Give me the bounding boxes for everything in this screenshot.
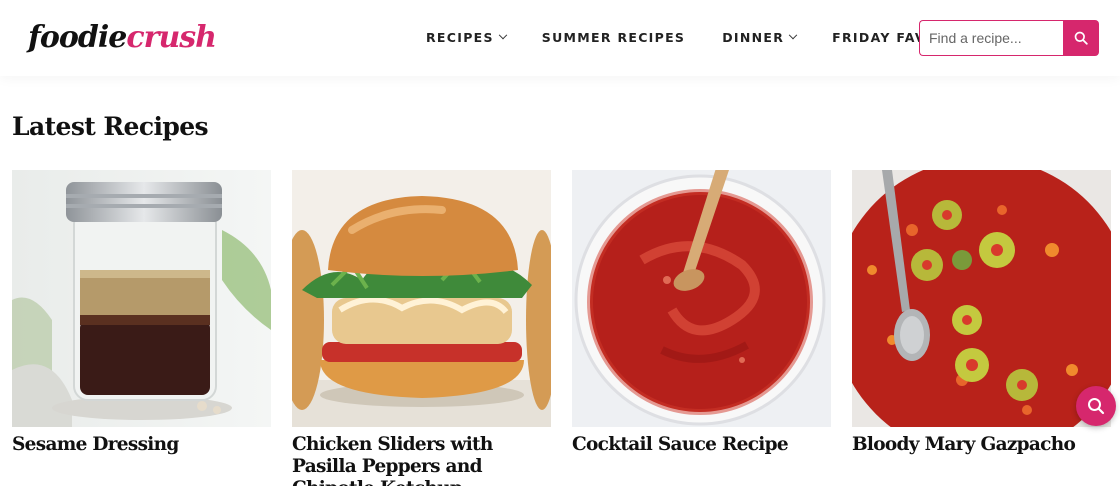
recipe-card-chicken-sliders[interactable]: Chicken Sliders with Pasilla Peppers and… [292, 170, 551, 486]
search-icon [1074, 31, 1088, 45]
recipe-card-sesame-dressing[interactable]: Sesame Dressing [12, 170, 271, 456]
nav-item-recipes[interactable]: RECIPES [426, 30, 508, 45]
chevron-down-icon [788, 30, 798, 39]
search-icon [1088, 398, 1105, 415]
nav-item-dinner[interactable]: DINNER [722, 30, 798, 45]
recipe-title[interactable]: Bloody Mary Gazpacho [852, 434, 1111, 456]
search-input[interactable] [919, 20, 1063, 56]
nav-label-recipes: RECIPES [426, 30, 494, 45]
search-form [919, 20, 1099, 56]
site-header: foodiecrush RECIPES SUMMER RECIPES DINNE… [0, 0, 1120, 76]
recipe-image[interactable] [852, 170, 1111, 427]
main-nav: RECIPES SUMMER RECIPES DINNER FRIDAY FAV… [426, 30, 946, 45]
recipe-image[interactable] [12, 170, 271, 427]
site-logo[interactable]: foodiecrush [28, 18, 217, 58]
nav-label-dinner: DINNER [722, 30, 785, 45]
nav-label-summer-recipes: SUMMER RECIPES [541, 30, 686, 45]
recipe-image[interactable] [292, 170, 551, 427]
nav-item-summer-recipes[interactable]: SUMMER RECIPES [542, 30, 685, 45]
recipe-title[interactable]: Sesame Dressing [12, 434, 271, 456]
recipe-card-cocktail-sauce[interactable]: Cocktail Sauce Recipe [572, 170, 831, 456]
section-title: Latest Recipes [12, 112, 209, 141]
floating-search-button[interactable] [1076, 386, 1116, 426]
chevron-down-icon [498, 30, 508, 39]
recipe-image[interactable] [572, 170, 831, 427]
search-button[interactable] [1063, 20, 1099, 56]
recipe-title[interactable]: Chicken Sliders with Pasilla Peppers and… [292, 434, 551, 486]
recipe-title[interactable]: Cocktail Sauce Recipe [572, 434, 831, 456]
recipe-card-bloody-mary-gazpacho[interactable]: Bloody Mary Gazpacho [852, 170, 1111, 456]
